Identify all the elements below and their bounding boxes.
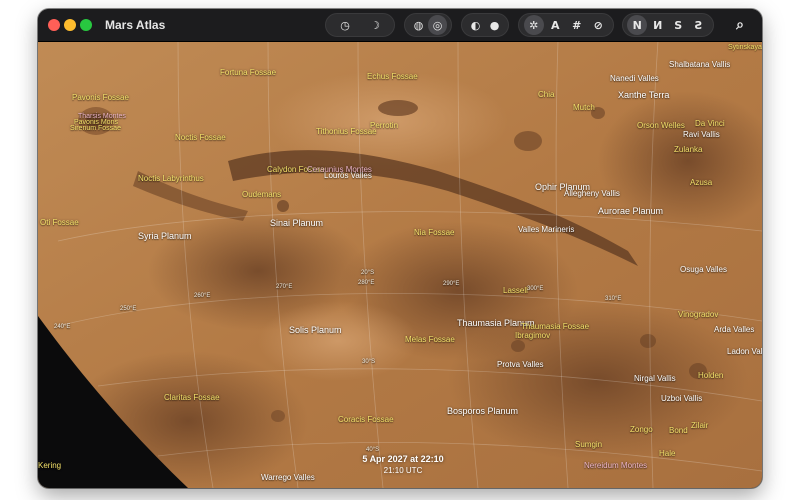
- feature-label[interactable]: Zilair: [691, 422, 708, 430]
- south-flipped-button[interactable]: Ƨ: [689, 15, 709, 35]
- mountain-label[interactable]: Ceraunius Montes: [307, 166, 372, 174]
- feature-label[interactable]: Noctis Fossae: [175, 134, 226, 142]
- region-label[interactable]: Syria Planum: [138, 232, 192, 241]
- terrain-canvas: [38, 41, 762, 488]
- feature-label[interactable]: Bond: [669, 427, 688, 435]
- clock-icon[interactable]: ◷: [335, 15, 355, 35]
- overlay-toolbar-group: ✲ A # ⊘: [518, 13, 614, 37]
- shading-toolbar-group: ◐ ●: [461, 13, 509, 37]
- feature-label[interactable]: Azusa: [690, 179, 712, 187]
- feature-label[interactable]: Holden: [698, 372, 723, 380]
- moon-icon[interactable]: ☽: [365, 15, 385, 35]
- region-label[interactable]: Osuga Valles: [680, 266, 727, 274]
- grid-longitude-label: 250°E: [120, 306, 137, 312]
- feature-label[interactable]: Tithonius Fossae: [316, 128, 377, 136]
- region-label[interactable]: Uzboi Vallis: [661, 395, 702, 403]
- grid-longitude-label: 290°E: [443, 281, 460, 287]
- region-label[interactable]: Aurorae Planum: [598, 207, 663, 216]
- timestamp-utc: 21:10 UTC: [383, 466, 423, 475]
- grid-longitude-label: 300°E: [527, 286, 544, 292]
- full-circle-icon[interactable]: ●: [485, 15, 504, 35]
- feature-label[interactable]: Noctis Labyrinthus: [138, 175, 204, 183]
- feature-label[interactable]: Echus Fossae: [367, 73, 418, 81]
- region-label[interactable]: Sinai Planum: [270, 219, 323, 228]
- feature-label[interactable]: Orson Welles: [637, 122, 685, 130]
- region-label[interactable]: Allegheny Vallis: [564, 190, 620, 198]
- feature-icon[interactable]: ✲: [523, 15, 544, 35]
- region-label[interactable]: Nirgal Vallis: [634, 375, 676, 383]
- grid-longitude-label: 240°E: [54, 324, 71, 330]
- feature-label[interactable]: Sirenum Fossae: [70, 125, 121, 132]
- feature-label[interactable]: Oudemans: [242, 191, 281, 199]
- south-up-button[interactable]: S: [668, 15, 688, 35]
- feature-label[interactable]: Ibragimov: [515, 332, 550, 340]
- feature-label[interactable]: Nia Fossae: [414, 229, 454, 237]
- globe-grid-icon[interactable]: ◎: [428, 15, 447, 35]
- region-label[interactable]: Xanthe Terra: [618, 91, 669, 100]
- feature-label[interactable]: Coracis Fossae: [338, 416, 394, 424]
- feature-label[interactable]: Pavonis Fossae: [72, 94, 129, 102]
- time-toolbar-group: ◷ ☽: [325, 13, 395, 37]
- region-label[interactable]: Bosporos Planum: [447, 407, 518, 416]
- feature-label[interactable]: Perrotin: [370, 122, 398, 130]
- feature-label[interactable]: Sytinskaya: [728, 44, 762, 51]
- feature-label[interactable]: Sumgin: [575, 441, 602, 449]
- orientation-toolbar-group: N И S Ƨ: [622, 13, 714, 37]
- grid-latitude-label: 40°S: [366, 447, 380, 453]
- feature-label[interactable]: Fortuna Fossae: [220, 69, 276, 77]
- feature-label[interactable]: Lassell: [503, 287, 528, 295]
- feature-label[interactable]: Chia: [538, 91, 554, 99]
- feature-label[interactable]: Da Vinci: [695, 120, 725, 128]
- zoom-button[interactable]: [80, 19, 92, 31]
- half-circle-icon[interactable]: ◐: [466, 15, 485, 35]
- minimize-button[interactable]: [64, 19, 76, 31]
- feature-label[interactable]: Kering: [38, 462, 61, 470]
- grid-icon[interactable]: #: [567, 15, 587, 35]
- mars-map[interactable]: Syria Planum Sinai Planum Solis Planum T…: [38, 41, 762, 488]
- region-label[interactable]: Arda Valles: [714, 326, 754, 334]
- view-toolbar-group: ◍ ◎: [404, 13, 452, 37]
- hide-icon[interactable]: ⊘: [588, 15, 608, 35]
- north-flipped-button[interactable]: И: [648, 15, 668, 35]
- feature-label[interactable]: Oti Fossae: [40, 219, 79, 227]
- app-window: Mars Atlas ◷ ☽ ◍ ◎ ◐ ● ✲ A # ⊘ N И S Ƨ ⌕: [38, 9, 762, 488]
- feature-label[interactable]: Mutch: [573, 104, 595, 112]
- feature-label[interactable]: Vinogradov: [678, 311, 718, 319]
- feature-label[interactable]: Thaumasia Fossae: [521, 323, 589, 331]
- close-button[interactable]: [48, 19, 60, 31]
- grid-latitude-label: 20°S: [361, 270, 375, 276]
- timestamp-date: 5 Apr 2027 at 22:10: [362, 454, 444, 464]
- region-label[interactable]: Protva Valles: [497, 361, 544, 369]
- region-label[interactable]: Shalbatana Vallis: [669, 61, 730, 69]
- grid-longitude-label: 310°E: [605, 296, 622, 302]
- grid-latitude-label: 30°S: [362, 359, 376, 365]
- region-label[interactable]: Ladon Valles: [727, 348, 762, 356]
- region-label[interactable]: Ravi Vallis: [683, 131, 720, 139]
- title-bar: Mars Atlas ◷ ☽ ◍ ◎ ◐ ● ✲ A # ⊘ N И S Ƨ ⌕: [38, 9, 762, 42]
- feature-label[interactable]: Hale: [659, 450, 675, 458]
- feature-label[interactable]: Melas Fossae: [405, 336, 455, 344]
- search-icon[interactable]: ⌕: [730, 15, 750, 35]
- globe-icon[interactable]: ◍: [409, 15, 428, 35]
- region-label[interactable]: Valles Marineris: [518, 226, 574, 234]
- labels-icon[interactable]: A: [545, 15, 565, 35]
- grid-longitude-label: 260°E: [194, 293, 211, 299]
- window-title: Mars Atlas: [105, 18, 166, 32]
- grid-longitude-label: 280°E: [358, 280, 375, 286]
- mountain-label[interactable]: Nereidum Montes: [584, 462, 647, 470]
- region-label[interactable]: Nanedi Valles: [610, 75, 659, 83]
- grid-longitude-label: 270°E: [276, 284, 293, 290]
- feature-label[interactable]: Zulanka: [674, 146, 702, 154]
- feature-label[interactable]: Zongo: [630, 426, 653, 434]
- region-label[interactable]: Warrego Valles: [261, 474, 315, 482]
- north-up-button[interactable]: N: [627, 15, 648, 35]
- region-label[interactable]: Solis Planum: [289, 326, 342, 335]
- feature-label[interactable]: Claritas Fossae: [164, 394, 220, 402]
- mountain-label[interactable]: Tharsis Montes: [78, 113, 126, 120]
